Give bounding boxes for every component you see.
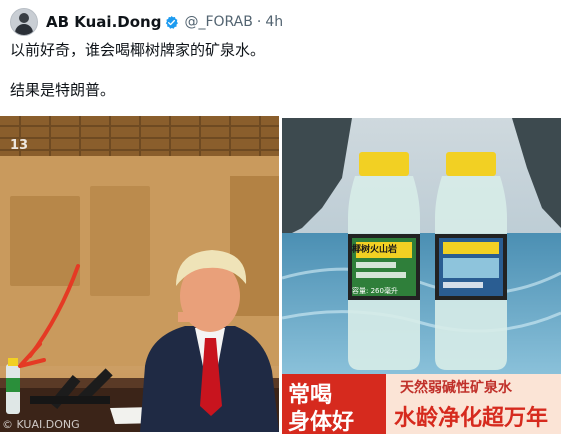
banner-left: 常喝 身体好 <box>282 374 386 434</box>
channel-number: 13 <box>10 138 29 153</box>
right-photo[interactable]: 椰树火山岩 容量: 260毫升 常喝 身体好 天然弱碱性矿泉水 水龄净化超万年 <box>282 118 561 434</box>
separator: · <box>256 14 262 30</box>
verified-badge-icon <box>166 15 179 29</box>
post-text: 以前好奇，谁会喝椰树牌家的矿泉水。 结果是特朗普。 <box>10 40 550 100</box>
channel-badge: 13 <box>10 138 28 153</box>
bottle-volume: 容量: 260毫升 <box>352 287 398 295</box>
author-handle[interactable]: @_FORAB <box>184 14 252 30</box>
post-header: AB Kuai.Dong @_FORAB · 4h <box>10 8 283 36</box>
avatar[interactable] <box>10 8 38 36</box>
left-photo[interactable]: 13 © KUAI.DONG <box>0 116 279 432</box>
meeting-scene-illustration <box>0 116 279 432</box>
banner-left-line-2: 身体好 <box>288 410 355 434</box>
banner-right: 天然弱碱性矿泉水 水龄净化超万年 <box>386 374 561 434</box>
post-time[interactable]: 4h <box>265 14 283 30</box>
watermark: © KUAI.DONG <box>2 418 80 431</box>
banner-right-bottom: 水龄净化超万年 <box>394 406 549 431</box>
banner-right-top: 天然弱碱性矿泉水 <box>400 380 512 396</box>
post-text-line-1: 以前好奇，谁会喝椰树牌家的矿泉水。 <box>10 41 266 59</box>
author-name[interactable]: AB Kuai.Dong <box>46 13 161 31</box>
media-grid: 13 © KUAI.DONG 椰树火山岩 容量: 260毫升 常喝 身体好 天然… <box>0 116 561 442</box>
bottle-label: 椰树火山岩 <box>352 245 398 255</box>
post-text-line-2: 结果是特朗普。 <box>10 81 116 99</box>
